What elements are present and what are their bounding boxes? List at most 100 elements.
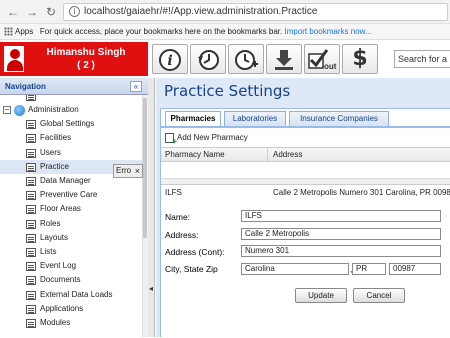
cancel-button[interactable]: Cancel <box>353 288 405 303</box>
add-document-icon <box>165 132 177 146</box>
row-pharmacy-name: ILFS <box>165 188 182 197</box>
patient-search-input[interactable]: Search for a P <box>394 50 450 68</box>
bookmarks-message: For quick access, place your bookmarks h… <box>39 27 283 36</box>
navigation-tree: − Administration Global Settings Facilities… <box>0 95 142 337</box>
collapse-sidebar-button[interactable]: « <box>130 81 142 92</box>
state-field[interactable]: PR <box>352 263 386 275</box>
apps-link[interactable]: Apps <box>15 27 33 36</box>
column-header-pharmacy-name[interactable]: Pharmacy Name <box>165 148 225 162</box>
reload-icon[interactable]: ↻ <box>44 5 58 19</box>
sidebar-item-label: Users <box>40 147 61 157</box>
document-icon <box>26 304 36 314</box>
sidebar-item-label: Preventive Care <box>40 190 98 200</box>
document-icon <box>26 290 36 300</box>
info-button[interactable]: i <box>152 44 188 74</box>
sidebar-item-event-log[interactable]: Event Log <box>0 259 142 273</box>
update-button[interactable]: Update <box>295 288 347 303</box>
main-content: Practice Settings Pharmacies Laboratorie… <box>156 78 450 338</box>
column-header-address[interactable]: Address <box>273 148 302 162</box>
pharmacy-row-editor: ILFS Calle 2 Metropolis Numero 301 Carol… <box>161 186 450 338</box>
url-input[interactable]: i localhost/gaiaehr/#!/App.view.administ… <box>63 3 448 21</box>
sidebar-item-label: Facilities <box>40 133 72 143</box>
new-appointment-button[interactable] <box>228 44 264 74</box>
sidebar-item-lists[interactable]: Lists <box>0 245 142 259</box>
user-header[interactable]: Himanshu Singh ( 2 ) <box>0 42 148 76</box>
download-button[interactable] <box>266 44 302 74</box>
page-title: Practice Settings <box>164 82 291 100</box>
administration-globe-icon <box>14 105 25 116</box>
download-icon <box>275 50 293 70</box>
sidebar-item-floor-areas[interactable]: Floor Areas <box>0 202 142 216</box>
pharmacy-grid-header: Pharmacy Name Address <box>161 147 450 162</box>
splitter-arrow-icon[interactable]: ◂ <box>149 284 153 293</box>
error-tooltip: Erro × <box>113 164 143 178</box>
navigation-sidebar: Navigation « − Administration Global Setti… <box>0 78 148 337</box>
import-bookmarks-link[interactable]: Import bookmarks now... <box>284 27 371 36</box>
checkout-icon: out <box>308 49 337 71</box>
sidebar-item-applications[interactable]: Applications <box>0 302 142 316</box>
address-cont-field[interactable]: Numero 301 <box>241 245 441 257</box>
search-placeholder: Search for a P <box>398 54 450 64</box>
collapse-toggle-icon[interactable]: − <box>3 106 11 114</box>
city-field[interactable]: Carolina <box>241 263 349 275</box>
tab-pharmacies[interactable]: Pharmacies <box>165 111 221 127</box>
name-field[interactable]: ILFS <box>241 210 441 222</box>
document-icon <box>26 191 36 201</box>
tab-laboratories[interactable]: Laboratories <box>224 111 286 126</box>
checkout-button[interactable]: out <box>304 44 340 74</box>
add-pharmacy-button[interactable]: Add New Pharmacy <box>165 132 248 146</box>
checkout-label: out <box>324 62 337 71</box>
address-field[interactable]: Calle 2 Metropolis <box>241 228 441 240</box>
sidebar-scroll-thumb[interactable] <box>143 98 147 238</box>
new-clock-icon <box>235 50 258 70</box>
forward-arrow-icon[interactable]: → <box>25 5 39 19</box>
sidebar-item-administration[interactable]: − Administration <box>0 103 142 117</box>
document-icon <box>26 205 36 215</box>
panel-splitter[interactable] <box>148 78 155 337</box>
apps-grid-icon[interactable] <box>4 27 13 36</box>
sidebar-item-documents[interactable]: Documents <box>0 273 142 287</box>
sidebar-item-users[interactable]: Users <box>0 146 142 160</box>
column-divider[interactable] <box>267 148 268 162</box>
sidebar-item-label: Administration <box>28 105 79 114</box>
tab-insurance-companies[interactable]: Insurance Companies <box>289 111 389 126</box>
document-icon <box>26 134 36 144</box>
sidebar-item-partial[interactable] <box>0 95 142 103</box>
sidebar-item-label: Floor Areas <box>40 204 81 214</box>
sidebar-item-global-settings[interactable]: Global Settings <box>0 117 142 131</box>
user-name: Himanshu Singh <box>46 47 126 58</box>
sidebar-item-facilities[interactable]: Facilities <box>0 131 142 145</box>
document-icon <box>26 319 36 328</box>
billing-button[interactable]: $ <box>342 44 378 74</box>
navigation-header: Navigation <box>0 78 148 95</box>
grid-horizontal-scrollbar[interactable] <box>161 179 450 185</box>
history-button[interactable] <box>190 44 226 74</box>
add-pharmacy-label: Add New Pharmacy <box>177 133 248 142</box>
zip-value: 00987 <box>393 264 416 273</box>
info-icon: i <box>159 49 181 71</box>
document-icon <box>26 233 36 243</box>
city-value: Carolina <box>245 264 275 273</box>
name-label: Name: <box>165 212 191 222</box>
browser-address-bar: ← → ↻ i localhost/gaiaehr/#!/App.view.ad… <box>0 0 450 24</box>
url-text: localhost/gaiaehr/#!/App.view.administra… <box>84 6 318 17</box>
zip-field[interactable]: 00987 <box>389 263 441 275</box>
dollar-icon: $ <box>352 46 368 71</box>
info-circle-icon[interactable]: i <box>69 6 80 17</box>
city-state-zip-label: City, State Zip <box>165 264 218 274</box>
svg-text:i: i <box>167 53 172 69</box>
row-pharmacy-address: Calle 2 Metropolis Numero 301 Carolina, … <box>273 188 450 197</box>
sidebar-item-label: Event Log <box>40 261 77 271</box>
sidebar-item-layouts[interactable]: Layouts <box>0 231 142 245</box>
sidebar-item-modules[interactable]: Modules <box>0 316 142 330</box>
sidebar-item-label: Modules <box>40 318 71 327</box>
tooltip-close-icon[interactable]: × <box>135 165 140 177</box>
history-icon <box>198 50 219 70</box>
sidebar-item-preventive-care[interactable]: Preventive Care <box>0 188 142 202</box>
sidebar-item-label: Roles <box>40 218 61 228</box>
sidebar-item-label: Layouts <box>40 232 69 242</box>
sidebar-item-roles[interactable]: Roles <box>0 217 142 231</box>
address-cont-value: Numero 301 <box>245 246 290 255</box>
sidebar-item-external-data-loads[interactable]: External Data Loads <box>0 288 142 302</box>
back-arrow-icon[interactable]: ← <box>6 5 20 19</box>
